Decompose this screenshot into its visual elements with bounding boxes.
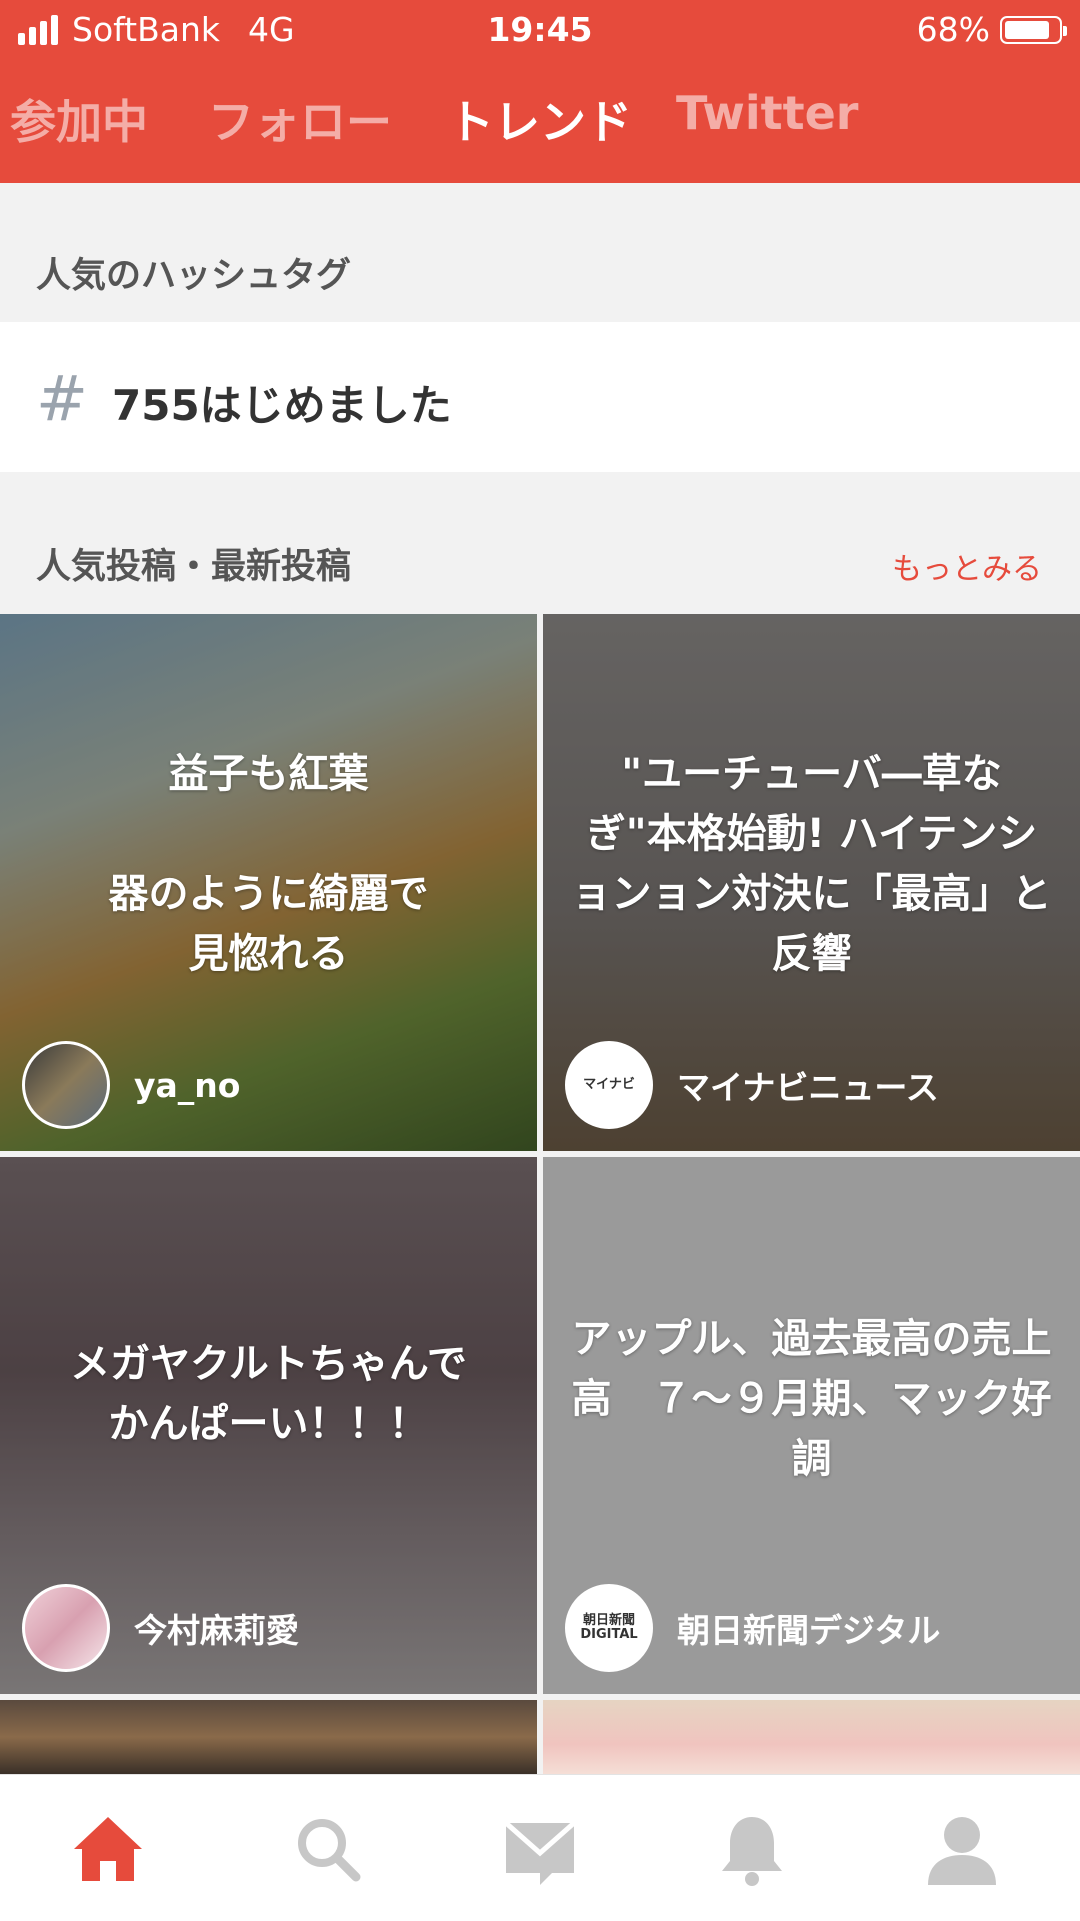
section-title: 人気投稿・最新投稿 [36,547,352,587]
post-grid: 益子も紅葉 器のように綺麗で 見惚れる ya_no "ユーチューバ―草なぎ"本格… [0,614,1080,1774]
post-caption: 益子も紅葉 器のように綺麗で 見惚れる [108,751,429,977]
mynavi-logo: マイナビ [565,1041,653,1129]
nav-notifications[interactable] [712,1809,792,1889]
posts-section-header: 人気投稿・最新投稿 もっとみる [0,472,1080,614]
nav-home[interactable] [68,1809,148,1889]
battery-icon [1000,15,1067,44]
hashtag-section-header: 人気のハッシュタグ [0,183,1080,322]
section-title: 人気のハッシュタグ [36,256,352,296]
tab-trend[interactable]: トレンド [448,86,632,152]
tab-bar: 参加中 フォロー トレンド Twitter [0,86,1080,156]
bottom-navigation [0,1774,1080,1921]
post-caption: メガヤクルトちゃんで かんぱーい！！！ [70,1341,467,1447]
avatar [22,1584,110,1672]
mail-icon [504,1821,576,1885]
tab-participating[interactable]: 参加中 [10,86,148,152]
hashtag-row[interactable]: # 755はじめました [0,322,1080,472]
nav-search[interactable] [288,1809,368,1889]
nav-profile[interactable] [922,1809,1002,1889]
post-author: マイナビニュース [677,1068,939,1107]
status-bar: SoftBank 4G 19:45 68% [0,0,1080,60]
asahi-logo: 朝日新聞 DIGITAL [565,1584,653,1672]
tab-twitter[interactable]: Twitter [676,86,858,140]
post-author: ya_no [134,1065,241,1105]
app-header: SoftBank 4G 19:45 68% 参加中 フォロー トレンド Twit… [0,0,1080,183]
post-caption: アップル、過去最高の売上高 ７～９月期、マック好調 [571,1316,1052,1482]
bell-icon [722,1817,782,1886]
post-card[interactable] [543,1700,1080,1774]
post-card[interactable]: "ユーチューバ―草なぎ"本格始動! ハイテンションョン対決に「最高」と反響 マイ… [543,614,1080,1151]
post-card[interactable]: メガヤクルトちゃんで かんぱーい！！！ 今村麻莉愛 [0,1157,537,1694]
avatar [22,1041,110,1129]
nav-messages[interactable] [500,1809,580,1889]
hashtag-label: 755はじめました [112,381,452,430]
post-card[interactable]: 益子も紅葉 器のように綺麗で 見惚れる ya_no [0,614,537,1151]
search-icon [298,1819,361,1882]
hashtag-icon: # [36,362,88,435]
tab-follow[interactable]: フォロー [208,86,392,152]
see-more-link[interactable]: もっとみる [892,544,1042,588]
profile-icon [928,1817,996,1885]
post-author: 今村麻莉愛 [134,1611,299,1650]
home-icon [74,1817,142,1881]
post-card[interactable] [0,1700,537,1774]
post-card[interactable]: アップル、過去最高の売上高 ７～９月期、マック好調 朝日新聞 DIGITAL 朝… [543,1157,1080,1694]
post-author: 朝日新聞デジタル [677,1611,941,1650]
post-caption: "ユーチューバ―草なぎ"本格始動! ハイテンションョン対決に「最高」と反響 [571,751,1052,977]
battery-percent: 68% [916,10,990,49]
